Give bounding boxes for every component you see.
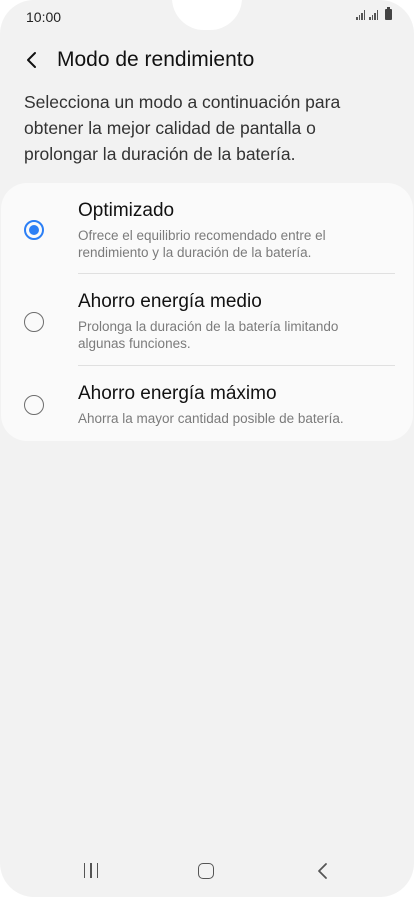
option-optimizado[interactable]: Optimizado Ofrece el equilibrio recomend… <box>1 195 413 273</box>
performance-mode-list: Optimizado Ofrece el equilibrio recomend… <box>1 183 413 441</box>
page-title: Modo de rendimiento <box>57 48 255 71</box>
chevron-left-icon <box>27 52 36 68</box>
signal-icon <box>356 10 365 20</box>
divider <box>78 365 395 366</box>
back-button[interactable] <box>18 46 46 74</box>
home-icon[interactable] <box>198 863 214 879</box>
screen: 10:00 Modo de rendimiento Selecciona un … <box>0 0 414 897</box>
header: Modo de rendimiento <box>0 42 414 82</box>
status-icons <box>356 7 392 20</box>
status-bar: 10:00 <box>0 0 414 32</box>
option-subtitle: Prolonga la duración de la batería limit… <box>78 319 339 351</box>
option-ahorro-medio[interactable]: Ahorro energía medio Prolonga la duració… <box>1 286 413 366</box>
option-subtitle: Ahorra la mayor cantidad posible de bate… <box>78 411 344 426</box>
option-title: Optimizado <box>78 200 175 221</box>
page-description: Selecciona un modo a continuación para o… <box>24 92 341 164</box>
option-ahorro-maximo[interactable]: Ahorro energía máximo Ahorra la mayor ca… <box>1 378 413 436</box>
divider <box>78 273 395 274</box>
radio-button-checked[interactable] <box>24 220 44 240</box>
option-title: Ahorro energía máximo <box>78 383 277 404</box>
option-subtitle: Ofrece el equilibrio recomendado entre e… <box>78 228 326 260</box>
radio-button[interactable] <box>24 395 44 415</box>
navigation-bar <box>0 850 414 894</box>
radio-button[interactable] <box>24 312 44 332</box>
recents-icon[interactable] <box>82 863 100 879</box>
signal-icon <box>369 10 378 20</box>
battery-icon <box>385 7 392 20</box>
option-title: Ahorro energía medio <box>78 291 262 312</box>
status-time: 10:00 <box>26 9 62 25</box>
back-icon[interactable] <box>314 861 332 881</box>
